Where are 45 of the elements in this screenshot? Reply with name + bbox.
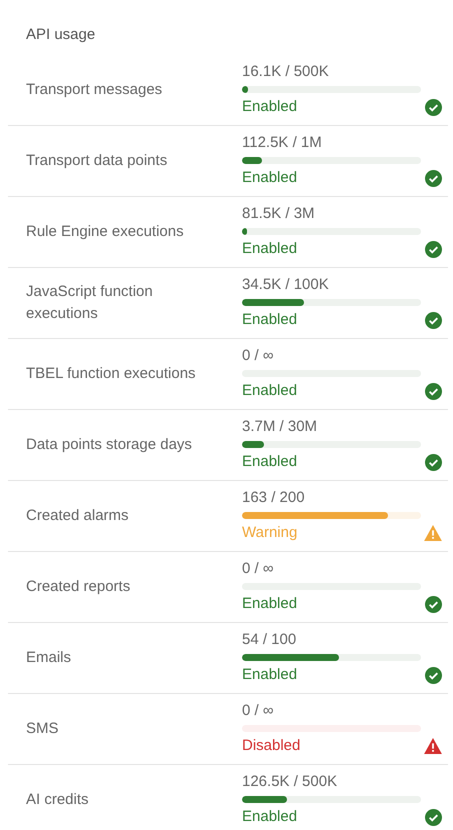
- check-circle-icon: [425, 312, 442, 328]
- status-text: Enabled: [242, 310, 298, 330]
- usage-label: Created reports: [25, 577, 132, 597]
- check-circle-icon: [425, 382, 442, 400]
- check-circle-icon: [425, 596, 442, 612]
- usage-reading: 16.1K / 500K: [242, 63, 330, 81]
- check-circle-icon: [425, 98, 442, 116]
- usage-reading: 163 / 200: [242, 489, 306, 507]
- usage-label: SMS: [25, 719, 60, 739]
- check-circle-icon: [425, 170, 442, 186]
- usage-reading: 0 / ∞: [242, 702, 275, 720]
- usage-reading: 0 / ∞: [242, 347, 275, 365]
- status-text: Enabled: [242, 807, 298, 827]
- usage-label: AI credits: [25, 790, 90, 810]
- status-text: Enabled: [242, 97, 298, 117]
- usage-reading: 34.5K / 100K: [242, 276, 330, 294]
- usage-label: Created alarms: [25, 506, 130, 526]
- usage-reading: 112.5K / 1M: [242, 134, 323, 152]
- usage-label: JavaScript function executions: [25, 282, 154, 324]
- status-text: Enabled: [242, 381, 298, 401]
- status-text: Disabled: [242, 736, 300, 756]
- usage-label: Transport data points: [25, 151, 168, 171]
- check-circle-icon: [425, 454, 442, 470]
- usage-reading: 54 / 100: [242, 631, 298, 649]
- usage-label: Emails: [25, 648, 72, 668]
- status-text: Enabled: [242, 665, 298, 685]
- check-circle-icon: [425, 808, 442, 826]
- warning-icon: [424, 738, 442, 754]
- status-text: Enabled: [242, 239, 298, 259]
- usage-reading: 0 / ∞: [242, 560, 275, 578]
- usage-label: Transport messages: [25, 80, 164, 100]
- status-text: Enabled: [242, 452, 298, 472]
- usage-reading: 3.7M / 30M: [242, 418, 318, 436]
- usage-label: Rule Engine executions: [25, 222, 185, 242]
- check-circle-icon: [425, 666, 442, 684]
- status-text: Warning: [242, 523, 298, 543]
- usage-label: TBEL function executions: [25, 364, 197, 384]
- warning-icon: [424, 525, 442, 541]
- usage-label: Data points storage days: [25, 435, 193, 455]
- check-circle-icon: [425, 240, 442, 258]
- usage-reading: 81.5K / 3M: [242, 205, 316, 223]
- status-text: Enabled: [242, 594, 298, 614]
- usage-reading: 126.5K / 500K: [242, 773, 338, 791]
- section-title: API usage: [25, 25, 96, 45]
- status-text: Enabled: [242, 168, 298, 188]
